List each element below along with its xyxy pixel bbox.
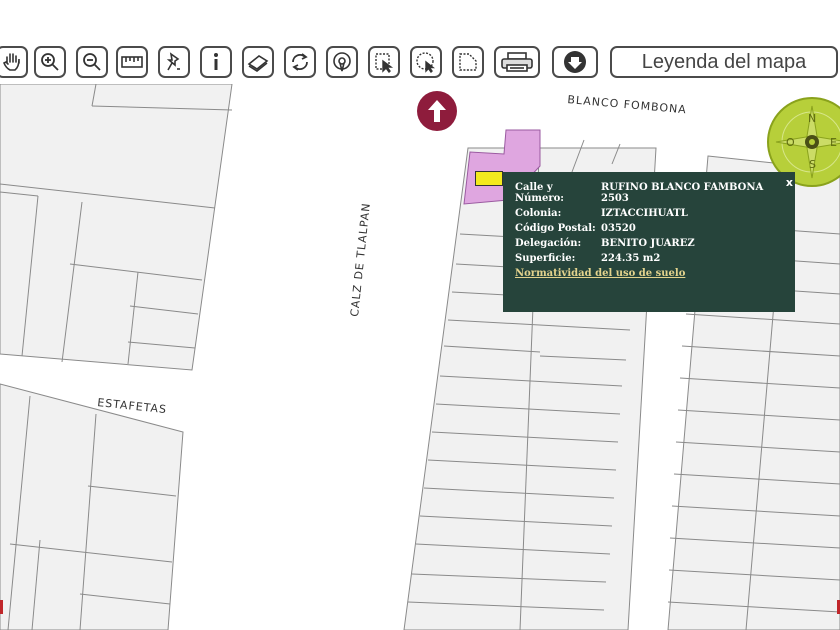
printer-icon (501, 52, 533, 72)
info-value: 224.35 m2 (601, 253, 661, 264)
info-label: Código Postal: (515, 223, 596, 234)
pin-icon (166, 52, 180, 71)
locate-tool[interactable] (326, 46, 358, 78)
map-canvas[interactable] (0, 84, 840, 630)
layers-tool[interactable] (242, 46, 274, 78)
table-row: Superficie: 224.35 m2 (515, 253, 787, 268)
select-point-icon (375, 53, 394, 73)
info-value: BENITO JUAREZ (601, 238, 695, 249)
download-tool[interactable] (552, 46, 598, 78)
compass-east: E (830, 136, 837, 149)
table-row: Código Postal: 03520 (515, 223, 787, 238)
select-polygon-tool[interactable] (452, 46, 484, 78)
pan-tool[interactable] (0, 46, 28, 78)
land-use-regulations-link[interactable]: Normatividad del uso de suelo (515, 268, 685, 279)
locate-icon (333, 52, 351, 72)
parcel-layer (0, 84, 840, 630)
zoom-in-icon (41, 53, 59, 71)
info-icon (214, 53, 218, 70)
pin-tool[interactable] (158, 46, 190, 78)
info-label: Delegación: (515, 238, 582, 249)
table-row: Colonia: IZTACCIHUATL (515, 208, 787, 223)
parcel-info-popup: x Calle y Número: RUFINO BLANCO FAMBONA … (503, 172, 795, 312)
info-value: 03520 (601, 223, 636, 234)
compass-west: O (786, 136, 795, 149)
parcel-info-table: Calle y Número: RUFINO BLANCO FAMBONA 25… (515, 182, 787, 268)
print-tool[interactable] (494, 46, 540, 78)
zoom-out-tool[interactable] (76, 46, 108, 78)
compass-north: N (808, 112, 817, 125)
table-row: Delegación: BENITO JUAREZ (515, 238, 787, 253)
refresh-tool[interactable] (284, 46, 316, 78)
select-polygon-icon (459, 53, 477, 71)
map-toolbar: Leyenda del mapa (0, 44, 840, 82)
popup-close-button[interactable]: x (786, 176, 793, 189)
layers-icon (247, 55, 269, 72)
selected-parcel-marker[interactable] (475, 171, 503, 186)
edge-marker-left (0, 600, 3, 614)
info-label: Calle y Número: (515, 182, 564, 204)
info-tool[interactable] (200, 46, 232, 78)
hand-icon (2, 53, 20, 71)
download-icon (564, 51, 586, 73)
info-value: IZTACCIHUATL (601, 208, 688, 219)
select-circle-tool[interactable] (410, 46, 442, 78)
zoom-in-tool[interactable] (34, 46, 66, 78)
north-arrow-button[interactable] (417, 91, 457, 131)
arrow-up-icon (428, 100, 446, 122)
info-label: Colonia: (515, 208, 562, 219)
table-row: Calle y Número: RUFINO BLANCO FAMBONA 25… (515, 182, 787, 208)
compass-south: S (809, 158, 816, 171)
info-label: Superficie: (515, 253, 576, 264)
select-point-tool[interactable] (368, 46, 400, 78)
measure-tool[interactable] (116, 46, 148, 78)
refresh-icon (292, 53, 308, 71)
ruler-icon (121, 56, 143, 68)
zoom-out-icon (83, 53, 101, 71)
map-legend-button[interactable]: Leyenda del mapa (610, 46, 838, 78)
select-circle-icon (416, 52, 436, 73)
info-value: RUFINO BLANCO FAMBONA 2503 (601, 182, 764, 204)
